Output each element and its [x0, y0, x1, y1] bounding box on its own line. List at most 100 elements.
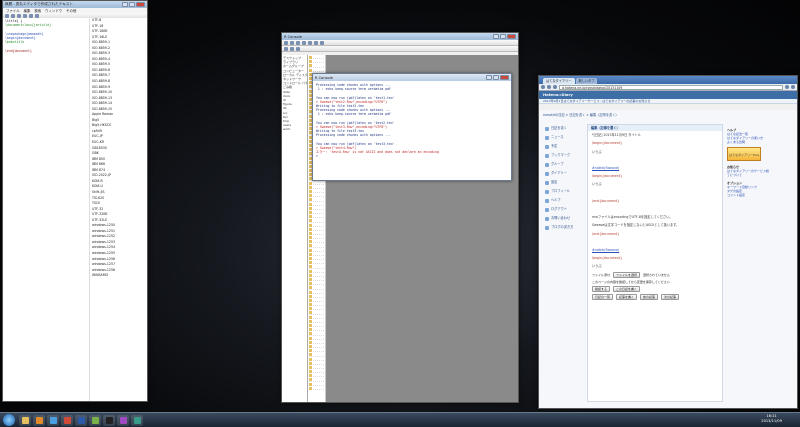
- bottom-link[interactable]: 日記の一覧: [592, 294, 614, 301]
- editor-titlebar[interactable]: 無題 - 秀丸エディタで作成されたテキスト: [3, 1, 147, 8]
- taskbar-media[interactable]: [33, 414, 45, 426]
- side-nav-item[interactable]: お問い合わせ: [545, 214, 579, 223]
- notice-bar[interactable]: 2013年9月1日はてなダイアリーサービス - はてなダイアリーの記事のお知らせ: [539, 99, 797, 104]
- console-line: >: [316, 154, 318, 159]
- close-button[interactable]: [507, 34, 516, 39]
- taskbar-app[interactable]: [117, 414, 129, 426]
- browser-window[interactable]: はてなダイアリー 新しいタブ d.hatena.ne.jp/rsmokitahoi…: [538, 75, 798, 409]
- menu-item[interactable]: その他: [66, 8, 76, 13]
- post-line: [588, 156, 722, 164]
- news-link[interactable]: はてなダイアリーのサービス終了について: [727, 169, 771, 177]
- choose-file-button[interactable]: ファイルを選択: [613, 271, 641, 278]
- side-nav-item[interactable]: ブックマーク: [545, 151, 579, 160]
- taskbar-editor[interactable]: [89, 414, 101, 426]
- side-nav-item[interactable]: 設定: [545, 178, 579, 187]
- side-nav-item[interactable]: プロフィール: [545, 187, 579, 196]
- side-nav-item[interactable]: ヘルプ: [545, 196, 579, 205]
- taskbar: 16:21 2013/11/09: [0, 412, 800, 427]
- side-nav-item[interactable]: 予定: [545, 142, 579, 151]
- plus-banner[interactable]: はてなダイアリーPlus: [727, 147, 761, 161]
- console-output[interactable]: Processing code chunks with options ... …: [313, 81, 511, 161]
- close-button[interactable]: [500, 75, 509, 80]
- bottom-link[interactable]: 次の記事: [661, 294, 680, 301]
- help-link[interactable]: よくある質問: [727, 140, 771, 144]
- open-file-icon[interactable]: [11, 13, 15, 18]
- option-link[interactable]: コメント設定: [727, 193, 771, 197]
- menu-item[interactable]: ファイル: [6, 8, 20, 13]
- settings-icon[interactable]: [320, 40, 324, 45]
- taskbar-terminal[interactable]: [103, 414, 115, 426]
- save-icon[interactable]: [17, 13, 21, 18]
- maximize-button[interactable]: [493, 75, 499, 80]
- breadcrumb[interactable]: rsmokitの日記 > 日記を書く > 編集（記事を書く）: [539, 110, 797, 119]
- side-nav-item[interactable]: ダイアリー: [545, 169, 579, 178]
- back-icon[interactable]: [284, 40, 288, 45]
- explorer-titlebar[interactable]: R Console: [282, 33, 518, 40]
- taskbar-chrome[interactable]: [61, 414, 73, 426]
- address-bar[interactable]: d.hatena.ne.jp/rsmokitahoi/20131109: [559, 84, 783, 90]
- paste-icon[interactable]: [35, 13, 39, 18]
- star-icon[interactable]: [785, 85, 789, 89]
- editor-window[interactable]: 無題 - 秀丸エディタで作成されたテキスト ファイル 編集 検索 ウィンドウ その他 \…: [2, 0, 148, 402]
- view-icon[interactable]: [284, 46, 288, 51]
- cut-icon[interactable]: [23, 13, 27, 18]
- bottom-link[interactable]: 前の記事: [640, 294, 659, 301]
- post-line: Sweaveは文字コードを指定しないとASCIIとして扱います。: [592, 223, 680, 228]
- list-item[interactable]: WINSAMI2: [92, 273, 147, 279]
- forward-icon[interactable]: [290, 40, 294, 45]
- side-nav-item[interactable]: 日記を書く: [545, 124, 579, 133]
- maximize-button[interactable]: [500, 34, 506, 39]
- side-nav-item[interactable]: ニュース: [545, 133, 579, 142]
- close-button[interactable]: [136, 2, 145, 7]
- menu-item[interactable]: 検索: [34, 8, 41, 13]
- post-line: \begin{document}: [592, 141, 623, 146]
- up-icon[interactable]: [296, 40, 300, 45]
- code-editor[interactable]: \title{ } \documentclass{jarticle} \usepa…: [3, 18, 77, 401]
- sort-icon[interactable]: [290, 46, 294, 51]
- folder-icon[interactable]: [296, 46, 300, 51]
- save-diary-button[interactable]: この日記を書く: [613, 286, 641, 293]
- refresh-icon[interactable]: [302, 40, 306, 45]
- reload-icon[interactable]: [553, 85, 557, 89]
- tree-item[interactable]: work: [283, 127, 306, 131]
- forward-icon[interactable]: [547, 85, 551, 89]
- right-sidebar: ヘルプ はてな記法一覧 はてなダイアリーの使い方 よくある質問 はてなダイアリーPl…: [727, 124, 771, 197]
- taskbar-browser[interactable]: [47, 414, 59, 426]
- taskbar-r[interactable]: [75, 414, 87, 426]
- start-button[interactable]: [3, 414, 15, 426]
- side-nav-item[interactable]: ブログの書き方: [545, 223, 579, 232]
- stop-icon[interactable]: [308, 40, 312, 45]
- post-editor[interactable]: *[日記] 2013年11月9日 タイトル \begin{document} いうぶ…: [588, 131, 722, 270]
- post-line: [588, 205, 722, 213]
- taskbar-app2[interactable]: [131, 414, 143, 426]
- taskbar-explorer[interactable]: [19, 414, 31, 426]
- tree-item[interactable]: ホームグループ: [283, 64, 306, 68]
- post-line: いうぶ: [592, 149, 602, 154]
- bottom-link[interactable]: 記事を書く: [616, 294, 638, 301]
- new-file-icon[interactable]: [5, 13, 9, 18]
- clock[interactable]: 16:21 2013/11/09: [761, 414, 782, 424]
- copy-icon[interactable]: [29, 13, 33, 18]
- back-icon[interactable]: [541, 85, 545, 89]
- browser-tab[interactable]: 新しいタブ: [575, 78, 598, 84]
- console-titlebar[interactable]: R Console: [313, 74, 511, 81]
- side-nav-item[interactable]: グループ: [545, 160, 579, 169]
- folder-tree[interactable]: デスクトップ ライブラリ ホームグループ コンピューター ローカル ディスク ネットワーク…: [282, 55, 308, 402]
- side-nav-item[interactable]: ログアウト: [545, 205, 579, 214]
- r-console-window[interactable]: R Console Processing code chunks with op…: [312, 73, 512, 181]
- post-line: [588, 238, 722, 246]
- file-row[interactable]: [309, 386, 324, 390]
- maximize-button[interactable]: [129, 2, 135, 7]
- print-icon[interactable]: [314, 40, 318, 45]
- editor-body: \title{ } \documentclass{jarticle} \usepa…: [3, 18, 147, 401]
- minimize-button[interactable]: [486, 75, 492, 80]
- encoding-list[interactable]: UTF-8 UTF-16 UTF-16BE UTF-16LE ISO-8859-1 ISO…: [89, 18, 147, 401]
- minimize-button[interactable]: [122, 2, 128, 7]
- menu-icon[interactable]: [791, 85, 795, 89]
- browser-tab[interactable]: はてなダイアリー: [543, 78, 575, 84]
- menu-item[interactable]: 編集: [24, 8, 31, 13]
- code-line: \end{document}: [5, 49, 32, 54]
- menu-item[interactable]: ウィンドウ: [45, 8, 62, 13]
- minimize-button[interactable]: [493, 34, 499, 39]
- preview-button[interactable]: 確認する: [592, 286, 611, 293]
